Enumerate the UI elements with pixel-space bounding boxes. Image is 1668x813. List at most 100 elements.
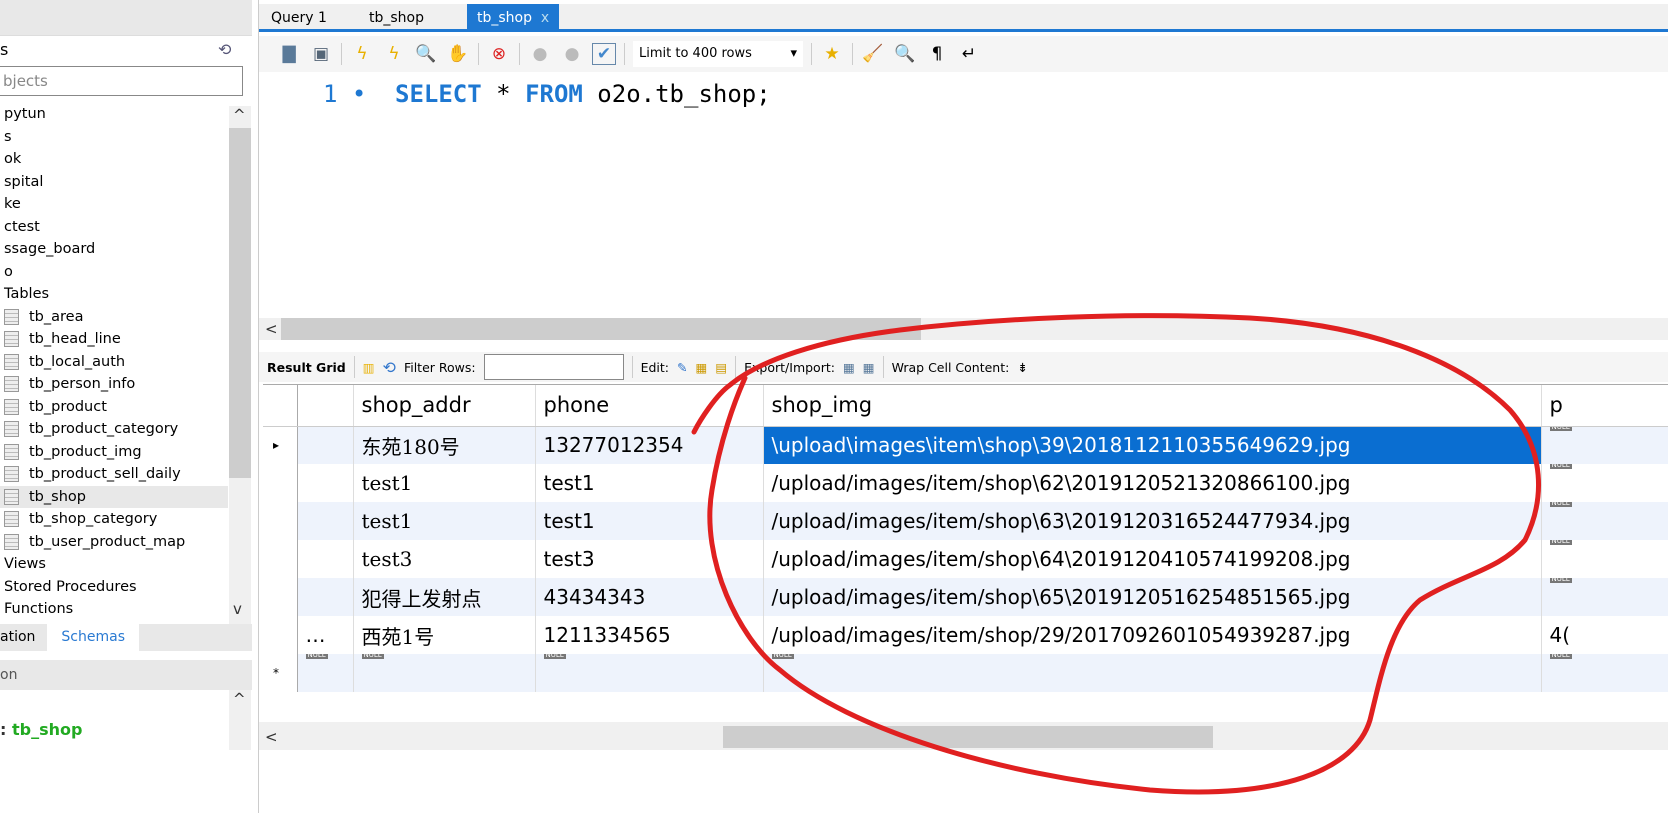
cell-shop-addr[interactable]: 犯得上发射点: [353, 578, 536, 616]
editor-scroll-thumb[interactable]: [281, 318, 921, 340]
save-icon[interactable]: ▣: [309, 43, 333, 65]
row-header[interactable]: [263, 578, 298, 616]
folder-item[interactable]: Functions: [0, 598, 228, 621]
scroll-up-icon[interactable]: ^: [233, 106, 246, 124]
open-folder-icon[interactable]: ▇: [277, 43, 301, 65]
find-icon[interactable]: 🔍: [893, 43, 917, 65]
column-header[interactable]: [297, 385, 354, 427]
cell-empty[interactable]: NULL: [763, 654, 1542, 692]
refresh-icon[interactable]: ⟲: [218, 40, 231, 59]
cell-p[interactable]: 4(: [1541, 616, 1668, 654]
scroll-up-icon[interactable]: ^: [233, 690, 246, 708]
tab-tb-shop-active[interactable]: tb_shop x: [467, 4, 560, 32]
table-row[interactable]: 犯得上发射点 43434343 /upload/images/item/shop…: [263, 578, 1668, 616]
table-item[interactable]: tb_product_category: [0, 418, 228, 441]
edit-icon[interactable]: ✎: [677, 360, 687, 375]
close-icon[interactable]: x: [541, 10, 549, 26]
import-icon[interactable]: ▦: [863, 360, 875, 375]
schema-item[interactable]: pytun: [0, 103, 228, 126]
cell-phone[interactable]: 43434343: [535, 578, 764, 616]
scroll-down-icon[interactable]: v: [233, 600, 242, 618]
grid-scroll-thumb[interactable]: [723, 726, 1213, 748]
column-header-shop-addr[interactable]: shop_addr: [353, 385, 536, 427]
autocommit-icon[interactable]: ✔: [592, 43, 616, 65]
row-header[interactable]: ▸: [263, 426, 298, 464]
row-header[interactable]: *: [263, 654, 298, 692]
column-header-shop-img[interactable]: shop_img: [763, 385, 1542, 427]
schema-item[interactable]: o: [0, 261, 228, 284]
cell[interactable]: [297, 426, 354, 464]
delete-row-icon[interactable]: ▤: [715, 360, 727, 375]
cell-empty[interactable]: NULL: [353, 654, 536, 692]
stop-on-error-icon[interactable]: ⊗: [487, 43, 511, 65]
row-header[interactable]: [263, 464, 298, 502]
cell-shop-img[interactable]: /upload/images/item/shop\62\201912052132…: [763, 464, 1542, 502]
schema-item[interactable]: spital: [0, 171, 228, 194]
filter-objects-input[interactable]: bjects: [0, 66, 243, 96]
beautify-icon[interactable]: 🧹: [861, 43, 885, 65]
sql-statement[interactable]: SELECT * FROM o2o.tb_shop;: [395, 80, 771, 108]
cell-shop-img[interactable]: /upload/images/item/shop\65\201912051625…: [763, 578, 1542, 616]
schema-item[interactable]: s: [0, 126, 228, 149]
result-grid[interactable]: shop_addr phone shop_img p ▸ 东苑180号 1327…: [263, 384, 1668, 692]
sql-editor[interactable]: 1 • SELECT * FROM o2o.tb_shop;: [259, 72, 1668, 318]
scroll-left-icon[interactable]: <: [265, 320, 278, 338]
table-item[interactable]: tb_local_auth: [0, 351, 228, 374]
grid-columns-icon[interactable]: ▥: [363, 360, 375, 375]
limit-rows-select[interactable]: Limit to 400 rows: [633, 41, 803, 67]
cell-phone[interactable]: test3: [535, 540, 764, 578]
cell-shop-addr[interactable]: test3: [353, 540, 536, 578]
cell[interactable]: …: [297, 616, 354, 654]
table-item[interactable]: tb_head_line: [0, 328, 228, 351]
schema-item[interactable]: ok: [0, 148, 228, 171]
cell-empty[interactable]: NULL: [535, 654, 764, 692]
table-row[interactable]: test3 test3 /upload/images/item/shop\64\…: [263, 540, 1668, 578]
table-item[interactable]: tb_product_sell_daily: [0, 463, 228, 486]
tab-schemas[interactable]: Schemas: [47, 624, 139, 651]
cell-shop-img[interactable]: /upload/images/item/shop\63\201912031652…: [763, 502, 1542, 540]
cell-p[interactable]: NULL: [1541, 502, 1668, 540]
export-icon[interactable]: ▦: [843, 360, 855, 375]
row-header[interactable]: [263, 502, 298, 540]
table-row[interactable]: test1 test1 /upload/images/item/shop\62\…: [263, 464, 1668, 502]
tables-folder[interactable]: Tables: [0, 283, 228, 306]
add-row-icon[interactable]: ▦: [696, 360, 708, 375]
cell-phone[interactable]: test1: [535, 464, 764, 502]
explain-icon[interactable]: 🔍: [414, 43, 438, 65]
cell-shop-addr[interactable]: 东苑180号: [353, 426, 536, 464]
cell[interactable]: [297, 502, 354, 540]
table-item[interactable]: tb_product: [0, 396, 228, 419]
cell-empty[interactable]: NULL: [297, 654, 354, 692]
cell[interactable]: [297, 464, 354, 502]
execute-icon[interactable]: ϟ: [350, 43, 374, 65]
wrap-cell-icon[interactable]: ⇟: [1017, 360, 1027, 375]
table-item[interactable]: tb_product_img: [0, 441, 228, 464]
new-row[interactable]: * NULL NULL NULL NULL NULL: [263, 654, 1668, 692]
invisible-chars-icon[interactable]: ¶: [925, 43, 949, 65]
stop-icon[interactable]: ✋: [446, 43, 470, 65]
row-header[interactable]: [263, 616, 298, 654]
tab-administration[interactable]: ation: [0, 624, 47, 651]
cell-phone[interactable]: 13277012354: [535, 426, 764, 464]
cell[interactable]: [297, 578, 354, 616]
table-row[interactable]: … 西苑1号 1211334565 /upload/images/item/sh…: [263, 616, 1668, 654]
cell-p[interactable]: NULL: [1541, 426, 1668, 464]
cell-empty[interactable]: NULL: [1541, 654, 1668, 692]
cell[interactable]: [297, 540, 354, 578]
refresh-icon[interactable]: ⟲: [383, 358, 396, 377]
cell-shop-img[interactable]: /upload/images/item/shop\64\201912041057…: [763, 540, 1542, 578]
commit-icon[interactable]: ●: [528, 43, 552, 65]
table-item[interactable]: tb_area: [0, 306, 228, 329]
folder-item[interactable]: Views: [0, 553, 228, 576]
add-snippet-icon[interactable]: ★: [820, 43, 844, 65]
cell-p[interactable]: NULL: [1541, 578, 1668, 616]
schema-item[interactable]: ctest: [0, 216, 228, 239]
tab-tb-shop[interactable]: tb_shop: [359, 4, 434, 32]
cell-shop-img[interactable]: /upload/images/item/shop/29/201709260105…: [763, 616, 1542, 654]
sidebar-scroll-thumb[interactable]: [229, 128, 251, 478]
folder-item[interactable]: Stored Procedures: [0, 576, 228, 599]
execute-current-icon[interactable]: ϟ: [382, 43, 406, 65]
table-item[interactable]: tb_shop: [0, 485, 228, 508]
table-item[interactable]: tb_shop_category: [0, 508, 228, 531]
scroll-left-icon[interactable]: <: [265, 728, 278, 746]
